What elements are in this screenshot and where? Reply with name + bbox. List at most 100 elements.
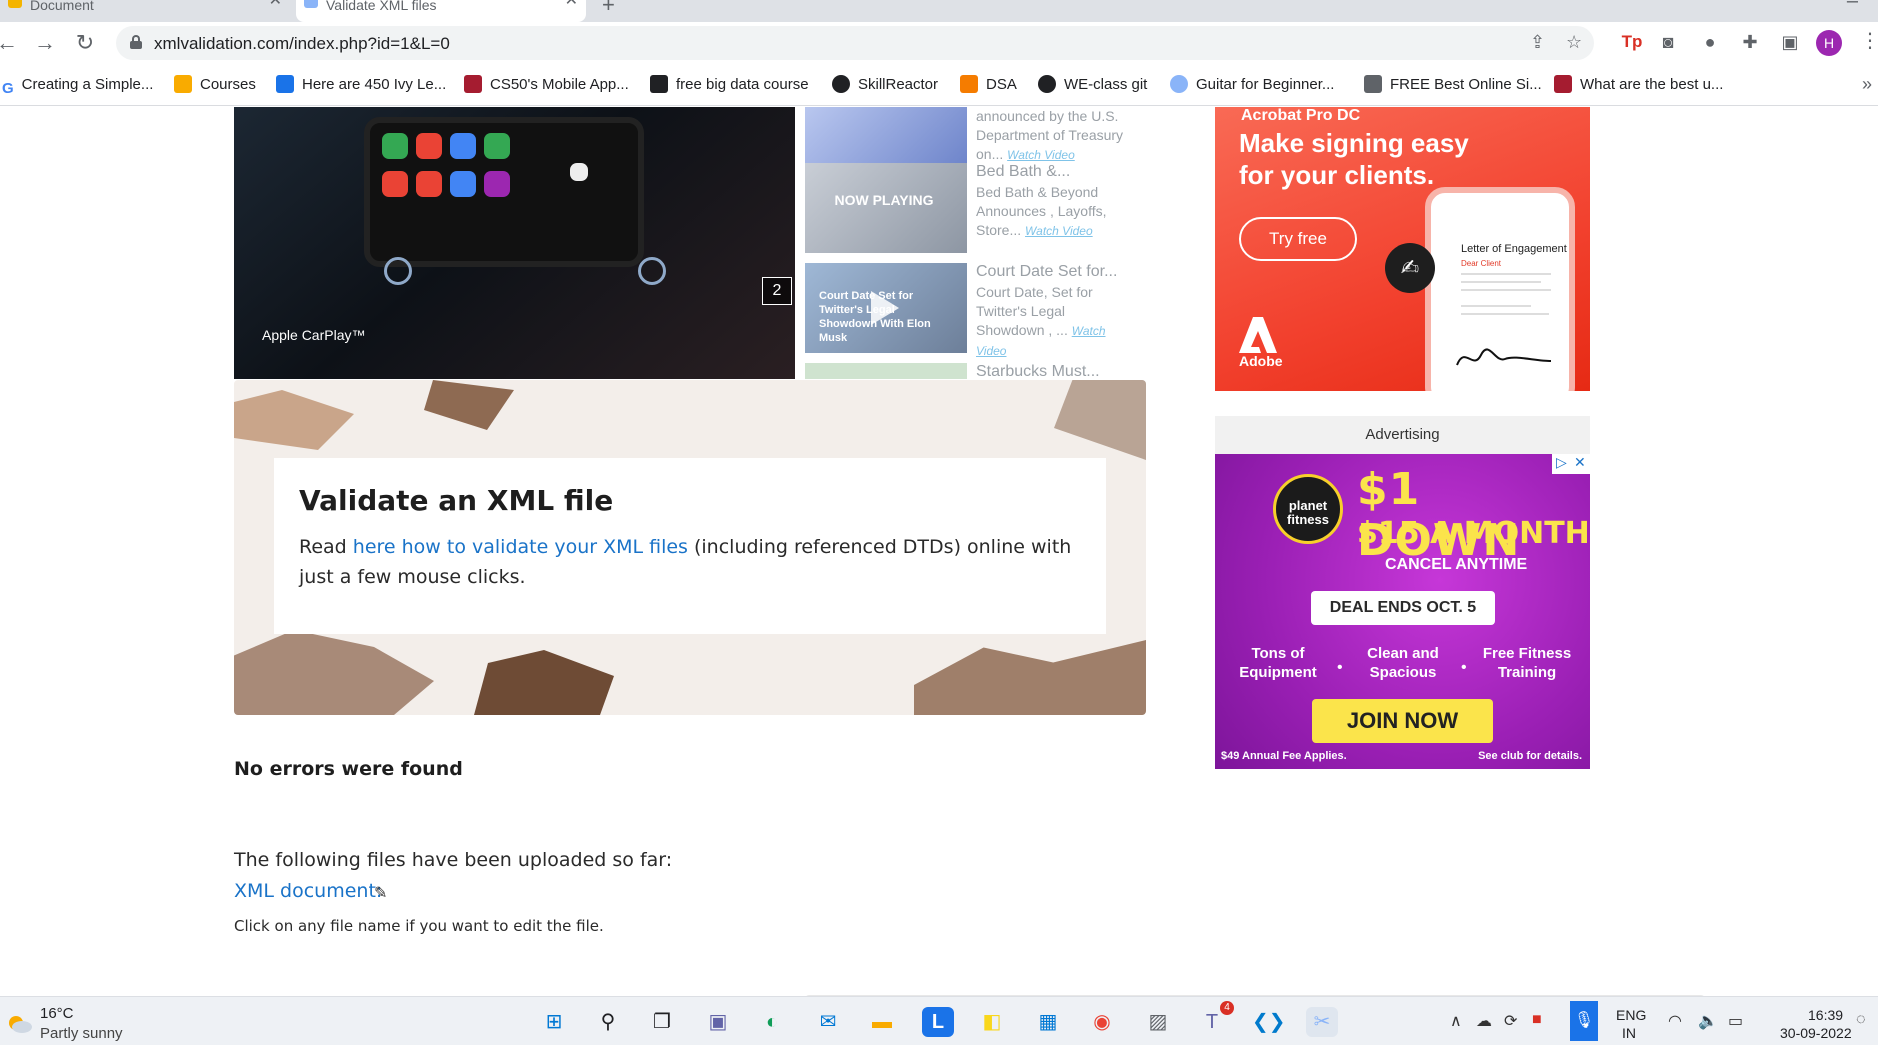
side-panel-icon[interactable]: ▣ xyxy=(1778,30,1802,54)
video-list-item[interactable]: NOW PLAYING Bed Bath &... Bed Bath & Bey… xyxy=(805,163,1135,255)
decorative-polygons xyxy=(914,640,1146,715)
bookmark-item[interactable]: SkillReactor xyxy=(832,74,938,96)
video-thumbnail: NOW PLAYING xyxy=(805,163,967,253)
clock-time[interactable]: 16:39 xyxy=(1808,1007,1843,1023)
file-explorer-icon[interactable]: ▬ xyxy=(866,1007,898,1037)
bookmark-item[interactable]: Guitar for Beginner... xyxy=(1170,74,1334,96)
bookmark-item[interactable]: CS50's Mobile App... xyxy=(464,74,629,96)
notifications-icon[interactable]: ◌ xyxy=(1856,1011,1866,1029)
tab-label: Validate XML files xyxy=(326,0,437,13)
photos-icon[interactable]: ▨ xyxy=(1142,1007,1174,1037)
tab-strip: Document ✕ Validate XML files ✕ + – xyxy=(0,0,1878,22)
search-icon[interactable]: ⚲ xyxy=(592,1007,624,1037)
harvard-icon xyxy=(464,75,482,93)
forward-icon[interactable]: → xyxy=(30,28,60,58)
address-bar[interactable]: xmlvalidation.com/index.php?id=1&L=0 ⇪ ☆ xyxy=(116,26,1594,60)
chrome-icon[interactable]: ◉ xyxy=(1086,1007,1118,1037)
battery-icon[interactable]: ▭ xyxy=(1728,1011,1743,1031)
globe-icon xyxy=(1170,75,1188,93)
clock-date[interactable]: 30-09-2022 xyxy=(1780,1025,1852,1041)
onedrive-icon[interactable]: ☁ xyxy=(1476,1011,1492,1031)
planet-fitness-ad[interactable]: ▷ ✕ planet fitness $1 DOWN $15 A MONTH CA… xyxy=(1215,454,1590,769)
how-to-validate-link[interactable]: here how to validate your XML files xyxy=(353,536,688,558)
course-icon xyxy=(650,75,668,93)
bullet-icon: • xyxy=(1337,659,1343,676)
weather-description[interactable]: Partly sunny xyxy=(40,1025,123,1042)
bookmark-item[interactable]: Courses xyxy=(174,74,256,96)
mail-icon[interactable]: ✉ xyxy=(812,1007,844,1037)
bookmark-item[interactable]: FREE Best Online Si... xyxy=(1364,74,1542,96)
decorative-polygons xyxy=(234,630,434,715)
back-icon[interactable]: ← xyxy=(0,28,22,58)
video-list-item[interactable]: Starbucks Must... xyxy=(805,363,1135,379)
tp-extension-icon[interactable]: Tp xyxy=(1620,30,1644,54)
adobe-logo-icon xyxy=(1239,317,1277,353)
new-tab-icon[interactable]: + xyxy=(602,0,615,18)
reload-icon[interactable]: ↻ xyxy=(70,28,100,58)
share-icon[interactable]: ⇪ xyxy=(1530,32,1545,53)
app-tray-icon[interactable]: ■ xyxy=(1532,1011,1542,1029)
language-region[interactable]: IN xyxy=(1622,1025,1636,1041)
snipping-tool-icon[interactable]: ✂ xyxy=(1306,1007,1338,1037)
edit-pencil-icon[interactable]: ✎ xyxy=(374,883,387,903)
sync-icon[interactable]: ⟳ xyxy=(1504,1011,1517,1031)
volume-icon[interactable]: 🔈 xyxy=(1698,1011,1718,1031)
planet-fitness-logo: planet fitness xyxy=(1273,474,1343,544)
bookmark-item[interactable]: free big data course xyxy=(650,74,809,96)
start-icon[interactable]: ⊞ xyxy=(538,1007,570,1037)
adobe-ad[interactable]: Acrobat Pro DC Make signing easy for you… xyxy=(1215,107,1590,391)
browser-toolbar: ← → ↻ xmlvalidation.com/index.php?id=1&L… xyxy=(0,22,1878,64)
dial-knob xyxy=(384,257,412,285)
try-free-button[interactable]: Try free xyxy=(1239,217,1357,261)
hero-description: Read here how to validate your XML files… xyxy=(299,536,1072,588)
store-icon[interactable]: ▦ xyxy=(1032,1007,1064,1037)
course-site-icon xyxy=(1364,75,1382,93)
xml-document-link[interactable]: XML document: xyxy=(234,880,382,902)
edge-icon[interactable]: ◐ xyxy=(756,1007,788,1037)
wifi-icon[interactable]: ◠ xyxy=(1668,1011,1682,1031)
close-tab-icon[interactable]: ✕ xyxy=(565,0,578,9)
taskbar: 16°C Partly sunny ⊞ ⚲ ❐ ▣ ◐ ✉ ▬ L ◧ ▦ ◉ … xyxy=(0,996,1878,1045)
close-tab-icon[interactable]: ✕ xyxy=(269,0,282,9)
sign-pen-icon: ✍ xyxy=(1385,243,1435,293)
bookmark-item[interactable]: DSA xyxy=(960,74,1017,96)
video-player[interactable]: Apple CarPlay™ 2 xyxy=(234,107,795,379)
bookmark-item[interactable]: Here are 450 Ivy Le... xyxy=(276,74,446,96)
join-now-button[interactable]: JOIN NOW xyxy=(1312,699,1493,743)
weather-temperature[interactable]: 16°C xyxy=(40,1005,74,1022)
l-app-icon[interactable]: L xyxy=(922,1007,954,1037)
xml-tab-icon xyxy=(304,0,318,8)
deal-badge: DEAL ENDS OCT. 5 xyxy=(1311,591,1495,625)
microphone-icon[interactable]: 🎙 xyxy=(1570,1001,1598,1041)
language-indicator[interactable]: ENG xyxy=(1616,1007,1646,1023)
video-list-item[interactable]: Court Date Set for Twitter's Legal Showd… xyxy=(805,263,1135,358)
chat-icon[interactable]: ▣ xyxy=(702,1007,734,1037)
partly-sunny-icon[interactable] xyxy=(6,1013,32,1033)
camera-extension-icon[interactable]: ◙ xyxy=(1656,30,1680,54)
app-tile xyxy=(484,171,510,197)
browser-menu-icon[interactable]: ⋮ xyxy=(1860,28,1878,53)
profile-avatar[interactable]: H xyxy=(1816,30,1842,56)
more-bookmarks-icon[interactable]: » xyxy=(1862,74,1872,95)
app-tile xyxy=(382,133,408,159)
bookmarks-bar: G Creating a Simple... Courses Here are 4… xyxy=(0,64,1878,106)
app-tile xyxy=(570,163,588,181)
app-tile xyxy=(450,171,476,197)
bookmark-item[interactable]: What are the best u... xyxy=(1554,74,1723,96)
minimize-icon[interactable]: – xyxy=(1847,0,1858,13)
vscode-icon[interactable]: ❮❯ xyxy=(1252,1007,1286,1037)
sticky-notes-icon[interactable]: ◧ xyxy=(976,1007,1008,1037)
ad-feature: Free Fitness Training xyxy=(1482,645,1572,681)
show-hidden-icons[interactable]: ∧ xyxy=(1450,1011,1462,1031)
tab-document[interactable]: Document ✕ xyxy=(0,0,290,22)
courses-icon xyxy=(174,75,192,93)
extensions-puzzle-icon[interactable]: ✚ xyxy=(1738,30,1762,54)
ad-subheadline: $15 A MONTH xyxy=(1357,516,1590,551)
ad-feature: Tons of Equipment xyxy=(1239,645,1317,681)
cookie-extension-icon[interactable]: ● xyxy=(1698,30,1722,54)
bookmark-item[interactable]: WE-class git xyxy=(1038,74,1147,96)
task-view-icon[interactable]: ❐ xyxy=(646,1007,678,1037)
bookmark-item[interactable]: G Creating a Simple... xyxy=(2,74,153,97)
tab-validate-xml[interactable]: Validate XML files ✕ xyxy=(296,0,586,22)
bookmark-star-icon[interactable]: ☆ xyxy=(1566,32,1582,53)
